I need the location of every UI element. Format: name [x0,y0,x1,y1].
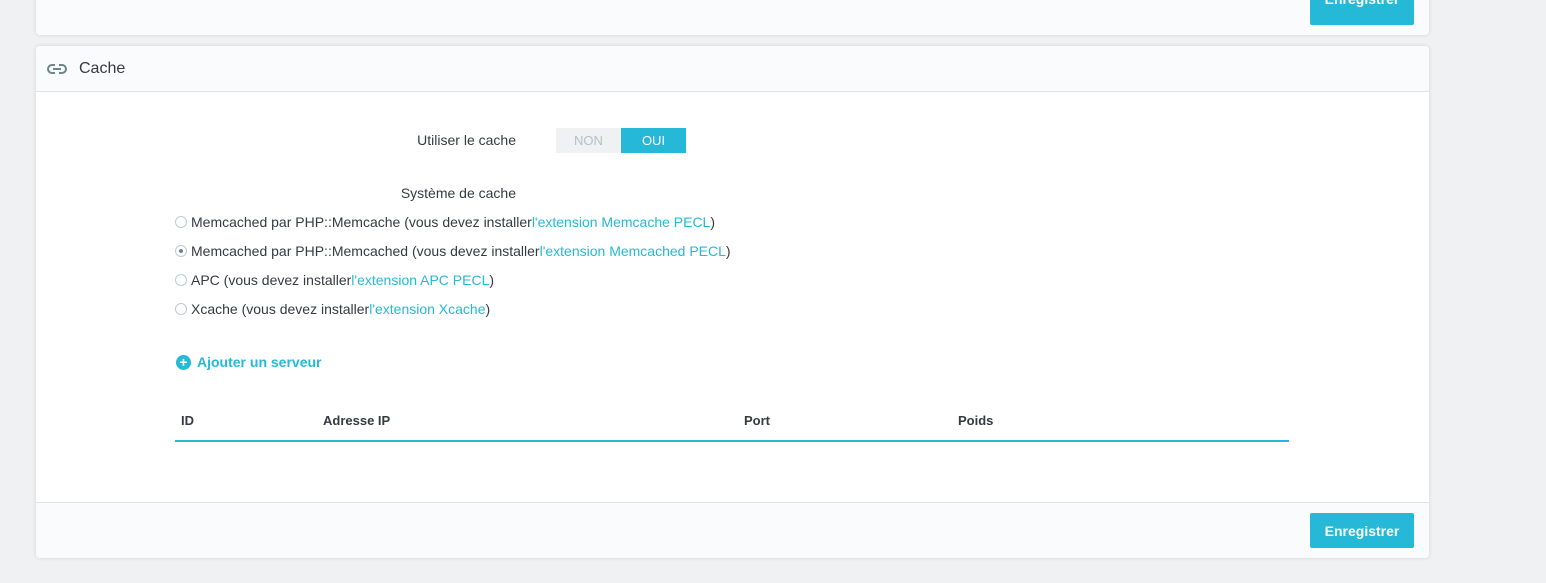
radio-button[interactable] [175,303,187,315]
column-header-weight: Poids [958,413,994,428]
option-text: APC (vous devez installer [191,272,352,288]
use-cache-label: Utiliser le cache [417,132,516,148]
radio-button-checked[interactable] [175,245,187,257]
add-server-button[interactable]: + Ajouter un serveur [176,354,321,370]
option-suffix: ) [710,214,716,230]
radio-option-memcached[interactable]: Memcached par PHP::Memcached (vous devez… [175,241,731,261]
save-button[interactable]: Enregistrer [1310,513,1414,548]
extension-link[interactable]: l'extension Memcache PECL [532,214,711,230]
extension-link[interactable]: l'extension APC PECL [351,272,489,288]
cache-panel: Cache Utiliser le cache NON OUI Système … [36,46,1429,558]
radio-button[interactable] [175,274,187,286]
extension-link[interactable]: l'extension Memcached PECL [540,243,726,259]
save-button-top[interactable]: Enregistrer [1310,0,1414,25]
radio-option-apc[interactable]: APC (vous devez installer l'extension AP… [175,270,494,290]
option-suffix: ) [489,272,495,288]
use-cache-switch[interactable]: NON OUI [556,128,686,153]
column-header-port: Port [744,413,770,428]
panel-title: Cache [79,59,126,77]
switch-option-oui[interactable]: OUI [621,128,686,153]
option-text: Xcache (vous devez installer [191,301,370,317]
cache-system-label: Système de cache [400,185,516,201]
option-suffix: ) [725,243,731,259]
column-header-id: ID [181,413,194,428]
option-text: Memcached par PHP::Memcache (vous devez … [191,214,532,230]
switch-option-non[interactable]: NON [556,128,621,153]
option-text: Memcached par PHP::Memcached (vous devez… [191,243,540,259]
panel-footer: Enregistrer [36,502,1429,558]
add-server-label: Ajouter un serveur [197,354,322,370]
link-icon [47,62,69,76]
panel-header: Cache [36,46,1429,92]
servers-table-header: ID Adresse IP Port Poids [175,402,1289,442]
option-suffix: ) [485,301,491,317]
radio-option-xcache[interactable]: Xcache (vous devez installer l'extension… [175,299,490,319]
radio-button[interactable] [175,216,187,228]
column-header-ip: Adresse IP [323,413,391,428]
plus-circle-icon: + [176,354,191,370]
previous-panel-footer: Enregistrer [36,0,1429,35]
extension-link[interactable]: l'extension Xcache [369,301,485,317]
radio-option-memcache[interactable]: Memcached par PHP::Memcache (vous devez … [175,212,715,232]
